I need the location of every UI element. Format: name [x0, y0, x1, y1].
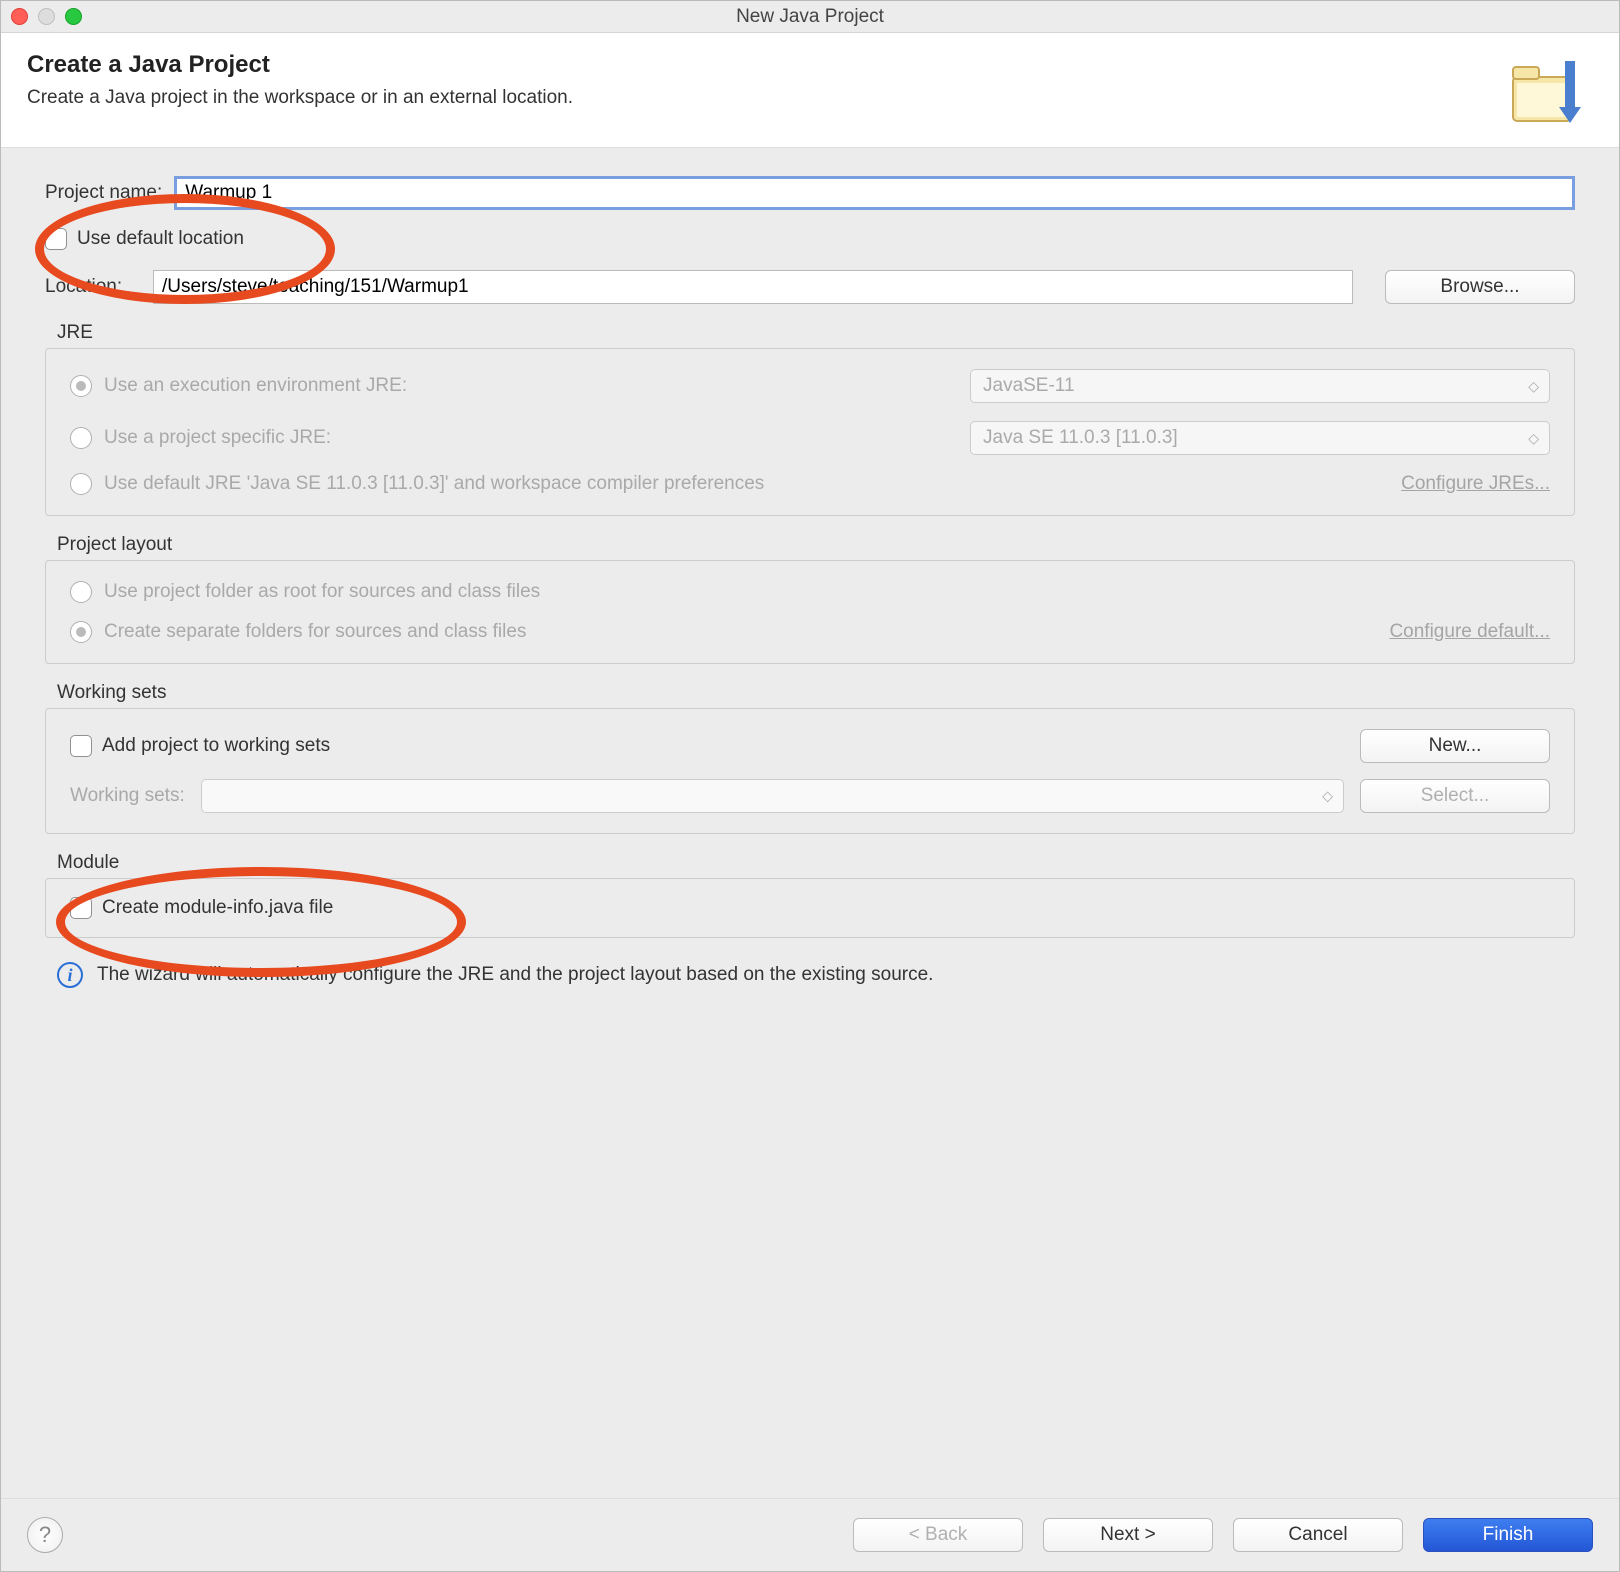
working-sets-group: Add project to working sets New... Worki… — [45, 708, 1575, 834]
cancel-button[interactable]: Cancel — [1233, 1518, 1403, 1552]
jre-default-radio[interactable] — [70, 473, 92, 495]
location-input[interactable] — [153, 270, 1353, 304]
layout-section-title: Project layout — [57, 534, 1575, 556]
next-button[interactable]: Next > — [1043, 1518, 1213, 1552]
header-title: Create a Java Project — [27, 51, 573, 79]
window-title: New Java Project — [1, 6, 1619, 28]
jre-project-specific-select[interactable]: Java SE 11.0.3 [11.0.3] — [970, 421, 1550, 455]
help-icon[interactable]: ? — [27, 1517, 63, 1553]
back-button: < Back — [853, 1518, 1023, 1552]
layout-separate-radio[interactable] — [70, 621, 92, 643]
add-to-working-sets-checkbox[interactable] — [70, 735, 92, 757]
dialog-content: Project name: Use default location Locat… — [1, 148, 1619, 1498]
layout-separate-label: Create separate folders for sources and … — [104, 621, 526, 643]
jre-exec-env-label: Use an execution environment JRE: — [104, 375, 407, 397]
dialog-footer: ? < Back Next > Cancel Finish — [1, 1498, 1619, 1571]
header-subtitle: Create a Java project in the workspace o… — [27, 87, 573, 109]
jre-group: Use an execution environment JRE: JavaSE… — [45, 348, 1575, 516]
working-sets-section-title: Working sets — [57, 682, 1575, 704]
create-module-info-label: Create module-info.java file — [102, 897, 333, 919]
working-sets-label: Working sets: — [70, 785, 185, 807]
titlebar: New Java Project — [1, 1, 1619, 33]
jre-exec-env-select[interactable]: JavaSE-11 — [970, 369, 1550, 403]
use-default-location-label: Use default location — [77, 228, 244, 250]
new-working-set-button[interactable]: New... — [1360, 729, 1550, 763]
dialog-header: Create a Java Project Create a Java proj… — [1, 33, 1619, 148]
layout-root-label: Use project folder as root for sources a… — [104, 581, 540, 603]
jre-section-title: JRE — [57, 322, 1575, 344]
project-name-input[interactable] — [174, 176, 1575, 210]
jre-exec-env-radio[interactable] — [70, 375, 92, 397]
layout-group: Use project folder as root for sources a… — [45, 560, 1575, 664]
module-group: Create module-info.java file — [45, 878, 1575, 938]
jre-default-label: Use default JRE 'Java SE 11.0.3 [11.0.3]… — [104, 473, 764, 495]
working-sets-select[interactable] — [201, 779, 1344, 813]
java-project-wizard-icon — [1503, 51, 1593, 131]
annotation-circle-icon — [56, 867, 466, 977]
configure-default-link[interactable]: Configure default... — [1389, 621, 1550, 643]
info-icon: i — [57, 962, 83, 988]
dialog-window: New Java Project Create a Java Project C… — [0, 0, 1620, 1572]
jre-project-specific-label: Use a project specific JRE: — [104, 427, 331, 449]
location-label: Location: — [45, 276, 141, 298]
module-section-title: Module — [57, 852, 1575, 874]
layout-root-radio[interactable] — [70, 581, 92, 603]
finish-button[interactable]: Finish — [1423, 1518, 1593, 1552]
jre-project-specific-radio[interactable] — [70, 427, 92, 449]
info-text: The wizard will automatically configure … — [97, 964, 933, 986]
create-module-info-checkbox[interactable] — [70, 897, 92, 919]
configure-jres-link[interactable]: Configure JREs... — [1401, 473, 1550, 495]
use-default-location-checkbox[interactable] — [45, 228, 67, 250]
browse-button[interactable]: Browse... — [1385, 270, 1575, 304]
project-name-label: Project name: — [45, 182, 162, 204]
select-working-set-button: Select... — [1360, 779, 1550, 813]
add-to-working-sets-label: Add project to working sets — [102, 735, 330, 757]
